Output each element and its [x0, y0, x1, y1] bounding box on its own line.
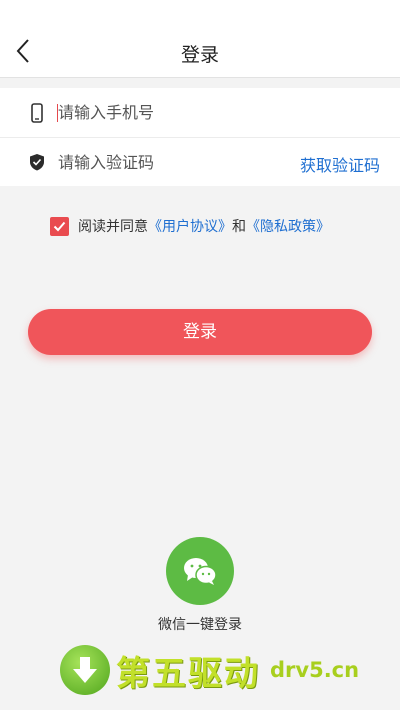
top-bar: 登录: [0, 0, 400, 78]
wechat-login-label[interactable]: 微信一键登录: [0, 614, 400, 634]
text-cursor: [57, 104, 58, 122]
phone-row: [0, 88, 400, 137]
agreement-row: 阅读并同意 《用户协议》 和 《隐私政策》: [50, 216, 330, 236]
watermark-brand: 第五驱动: [116, 653, 260, 694]
download-arrow-icon: [60, 645, 110, 695]
code-row: 获取验证码: [0, 137, 400, 186]
page-title: 登录: [180, 44, 219, 66]
get-code-button[interactable]: 获取验证码: [300, 152, 380, 176]
watermark-domain: drv5.cn: [270, 658, 360, 682]
wechat-icon: [184, 558, 217, 585]
check-icon: [53, 221, 66, 231]
login-button[interactable]: 登录: [28, 309, 372, 355]
phone-icon: [24, 102, 50, 123]
shield-icon: [24, 153, 50, 171]
wechat-login-button[interactable]: [166, 537, 234, 605]
agreement-prefix: 阅读并同意: [78, 219, 148, 235]
user-agreement-link[interactable]: 《用户协议》: [148, 216, 232, 236]
privacy-policy-link[interactable]: 《隐私政策》: [246, 216, 330, 236]
login-form: 获取验证码: [0, 88, 400, 186]
phone-input[interactable]: [58, 97, 400, 128]
agreement-and: 和: [232, 219, 246, 235]
agreement-checkbox[interactable]: [50, 216, 69, 236]
watermark: 第五驱动 drv5.cn: [60, 640, 390, 700]
